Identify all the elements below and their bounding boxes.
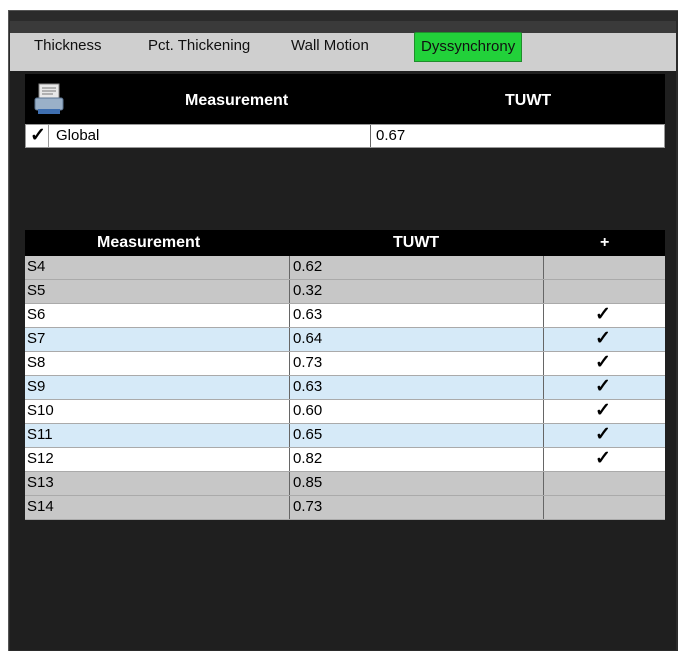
segment-tuwt-value: 0.63: [293, 378, 323, 395]
segment-include-checkbox[interactable]: [595, 257, 615, 277]
segment-tuwt-value: 0.60: [293, 402, 323, 419]
column-divider: [289, 400, 290, 423]
segment-table-header: Measurement TUWT +: [25, 230, 665, 256]
column-divider: [543, 280, 544, 303]
segment-include-checkbox[interactable]: [595, 281, 615, 301]
segment-include-checkbox[interactable]: [595, 497, 615, 517]
table-row[interactable]: S4 0.62: [25, 256, 665, 280]
segment-include-checkbox[interactable]: ✓: [595, 377, 615, 397]
segment-tuwt-value: 0.64: [293, 330, 323, 347]
column-divider: [289, 352, 290, 375]
checkmark-icon: ✓: [595, 376, 611, 397]
global-row[interactable]: ✓ Global 0.67: [25, 124, 665, 148]
segment-tuwt-value: 0.73: [293, 498, 323, 515]
column-divider: [543, 376, 544, 399]
column-divider: [289, 304, 290, 327]
segment-name: S9: [27, 378, 46, 395]
column-divider: [289, 448, 290, 471]
segment-tuwt-value: 0.73: [293, 354, 323, 371]
segment-tuwt-value: 0.32: [293, 282, 323, 299]
segment-header-plus[interactable]: +: [600, 234, 609, 252]
global-checkbox[interactable]: ✓: [26, 125, 49, 147]
column-divider: [289, 328, 290, 351]
table-row[interactable]: S9 0.63 ✓: [25, 376, 665, 400]
segment-include-checkbox[interactable]: [595, 473, 615, 493]
segment-name: S13: [27, 474, 54, 491]
segment-tuwt-value: 0.82: [293, 450, 323, 467]
column-divider: [543, 328, 544, 351]
segment-name: S7: [27, 330, 46, 347]
tab-thickness[interactable]: Thickness: [34, 34, 102, 58]
checkmark-icon: ✓: [595, 424, 611, 445]
column-divider: [543, 256, 544, 279]
segment-name: S8: [27, 354, 46, 371]
column-divider: [543, 400, 544, 423]
segment-rows: S4 0.62 S5 0.32 S6 0.63 ✓ S7 0.64 ✓ S8 0.73 ✓ S9 0.63 ✓…: [25, 256, 665, 520]
segment-include-checkbox[interactable]: ✓: [595, 353, 615, 373]
column-divider: [289, 280, 290, 303]
tab-pct-thickening[interactable]: Pct. Thickening: [148, 34, 250, 58]
tab-dyssynchrony[interactable]: Dyssynchrony: [414, 32, 523, 62]
table-row[interactable]: S6 0.63 ✓: [25, 304, 665, 328]
global-label: Global: [56, 127, 100, 144]
global-header-tuwt: TUWT: [505, 92, 552, 109]
segment-include-checkbox[interactable]: ✓: [595, 425, 615, 445]
global-value: 0.67: [376, 127, 406, 144]
segment-header-measurement: Measurement: [97, 234, 201, 251]
segment-measurement-table: Measurement TUWT + S4 0.62 S5 0.32 S6 0.63 ✓ S7…: [25, 230, 665, 520]
column-divider: [289, 496, 290, 519]
column-divider: [543, 448, 544, 471]
column-divider: [289, 424, 290, 447]
segment-header-tuwt: TUWT: [393, 234, 440, 251]
column-divider: [543, 496, 544, 519]
table-row[interactable]: S11 0.65 ✓: [25, 424, 665, 448]
segment-name: S14: [27, 498, 54, 515]
column-divider: [543, 304, 544, 327]
segment-include-checkbox[interactable]: ✓: [595, 305, 615, 325]
global-header-measurement: Measurement: [185, 92, 289, 109]
segment-include-checkbox[interactable]: ✓: [595, 329, 615, 349]
table-row[interactable]: S10 0.60 ✓: [25, 400, 665, 424]
printer-icon[interactable]: [33, 82, 65, 116]
checkmark-icon: ✓: [595, 352, 611, 373]
global-measurement-table: Measurement TUWT ✓ Global 0.67: [25, 74, 665, 148]
segment-name: S4: [27, 258, 46, 275]
table-row[interactable]: S14 0.73: [25, 496, 665, 520]
table-row[interactable]: S12 0.82 ✓: [25, 448, 665, 472]
checkmark-icon: ✓: [30, 125, 46, 146]
segment-include-checkbox[interactable]: ✓: [595, 401, 615, 421]
segment-name: S12: [27, 450, 54, 467]
segment-include-checkbox[interactable]: ✓: [595, 449, 615, 469]
segment-tuwt-value: 0.63: [293, 306, 323, 323]
checkmark-icon: ✓: [595, 448, 611, 469]
column-divider: [543, 472, 544, 495]
checkmark-icon: ✓: [595, 328, 611, 349]
checkmark-icon: ✓: [595, 304, 611, 325]
column-divider: [370, 125, 371, 147]
tab-wall-motion[interactable]: Wall Motion: [291, 34, 369, 58]
column-divider: [543, 424, 544, 447]
segment-tuwt-value: 0.65: [293, 426, 323, 443]
segment-name: S10: [27, 402, 54, 419]
column-divider: [289, 472, 290, 495]
segment-name: S11: [27, 426, 53, 443]
column-divider: [289, 376, 290, 399]
segment-name: S5: [27, 282, 46, 299]
table-row[interactable]: S8 0.73 ✓: [25, 352, 665, 376]
tab-bar-strip: [10, 21, 676, 33]
table-row[interactable]: S5 0.32: [25, 280, 665, 304]
segment-tuwt-value: 0.62: [293, 258, 323, 275]
column-divider: [543, 352, 544, 375]
table-row[interactable]: S7 0.64 ✓: [25, 328, 665, 352]
segment-name: S6: [27, 306, 46, 323]
checkmark-icon: ✓: [595, 400, 611, 421]
column-divider: [289, 256, 290, 279]
segment-tuwt-value: 0.85: [293, 474, 323, 491]
global-table-header: Measurement TUWT: [25, 74, 665, 124]
table-row[interactable]: S13 0.85: [25, 472, 665, 496]
